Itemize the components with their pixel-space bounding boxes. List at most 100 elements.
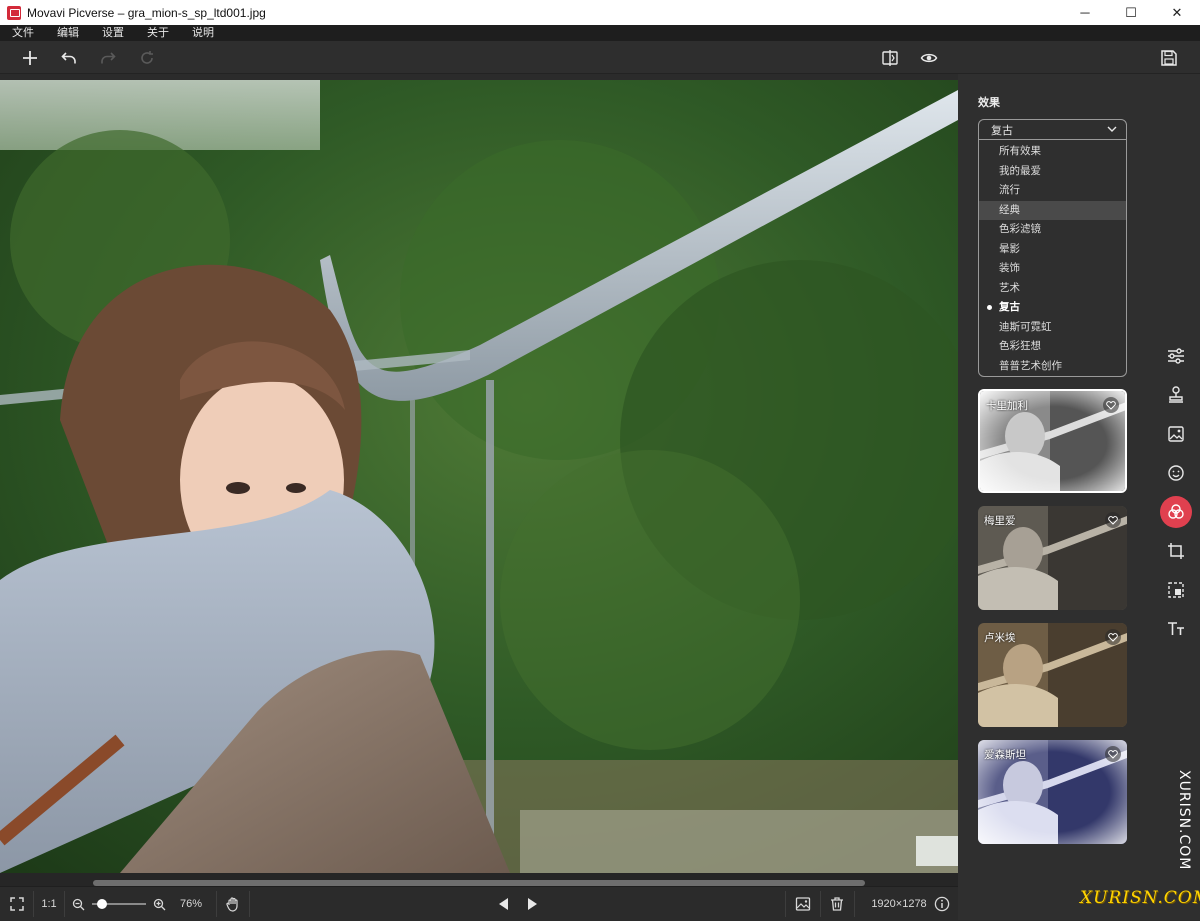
hand-icon: [226, 897, 238, 912]
zoom-slider[interactable]: [92, 887, 146, 921]
favorite-heart-icon[interactable]: [1105, 512, 1121, 528]
image-icon: [1168, 426, 1184, 442]
watermark-horizontal: XURISN.COM: [1080, 888, 1200, 908]
effect-thumbnail-eisenstein[interactable]: 爱森斯坦: [978, 740, 1127, 844]
selection-tool-button[interactable]: [1160, 574, 1192, 606]
crop-tool-button[interactable]: [1160, 535, 1192, 567]
photo-canvas[interactable]: [0, 80, 958, 873]
effect-thumbnail-caligari[interactable]: 卡里加利: [978, 389, 1127, 493]
dropdown-option[interactable]: 经典: [979, 200, 1126, 220]
adjust-tool-button[interactable]: [1160, 340, 1192, 372]
add-button[interactable]: [17, 45, 43, 71]
menu-settings[interactable]: 设置: [90, 25, 135, 41]
plus-icon: [23, 51, 37, 65]
info-button[interactable]: [933, 887, 951, 921]
zoom-in-button[interactable]: [151, 887, 167, 921]
previous-image-button[interactable]: [493, 887, 513, 921]
panel-title: 效果: [978, 97, 1000, 109]
dropdown-option-selected[interactable]: 复古: [979, 298, 1126, 318]
fullscreen-button[interactable]: [6, 887, 28, 921]
status-bar: 1:1 76% 1920×1278: [0, 886, 958, 920]
stamp-icon: [1169, 386, 1183, 403]
separator: [33, 891, 34, 917]
next-icon: [528, 898, 537, 910]
effect-label: 卢米埃: [984, 632, 1016, 644]
window-controls: ─ ☐ ✕: [1062, 0, 1200, 25]
redo-icon: [101, 52, 116, 64]
redo-button[interactable]: [95, 45, 121, 71]
effect-thumbnail-lumiere[interactable]: 卢米埃: [978, 623, 1127, 727]
split-compare-icon: [882, 50, 898, 66]
maximize-button[interactable]: ☐: [1108, 0, 1154, 25]
menu-about[interactable]: 关于: [135, 25, 180, 41]
effect-label: 卡里加利: [986, 400, 1028, 412]
compare-button[interactable]: [877, 45, 903, 71]
face-tool-button[interactable]: [1160, 457, 1192, 489]
gallery-button[interactable]: [792, 887, 814, 921]
save-icon: [1161, 50, 1177, 66]
info-icon: [934, 896, 950, 912]
separator: [785, 891, 786, 917]
toolbar: [0, 41, 1200, 74]
face-icon: [1168, 465, 1184, 481]
reset-button[interactable]: [134, 45, 160, 71]
favorite-heart-icon[interactable]: [1103, 397, 1119, 413]
dropdown-options: 所有效果 我的最爱 流行 经典 色彩滤镜 晕影 装饰 艺术 复古 迪斯可霓虹 色…: [979, 142, 1126, 376]
dropdown-option[interactable]: 迪斯可霓虹: [979, 318, 1126, 338]
hand-tool-button[interactable]: [223, 887, 243, 921]
prev-icon: [499, 898, 508, 910]
effects-panel: 效果 复古 所有效果 我的最爱 流行 经典 色彩滤镜 晕影 装饰 艺术 复古 迪…: [958, 74, 1200, 920]
close-button[interactable]: ✕: [1154, 0, 1200, 25]
menu-edit[interactable]: 编辑: [45, 25, 90, 41]
zoom-out-button[interactable]: [70, 887, 86, 921]
separator: [249, 891, 250, 917]
menu-bar: 文件 编辑 设置 关于 说明: [0, 25, 1200, 41]
text-tool-button[interactable]: [1160, 613, 1192, 645]
effect-label: 爱森斯坦: [984, 749, 1026, 761]
effect-thumbnail-melies[interactable]: 梅里爱: [978, 506, 1127, 610]
watermark-vertical: XURISN.COM: [1176, 770, 1192, 871]
dropdown-option[interactable]: 色彩滤镜: [979, 220, 1126, 240]
minimize-button[interactable]: ─: [1062, 0, 1108, 25]
background-tool-button[interactable]: [1160, 418, 1192, 450]
menu-file[interactable]: 文件: [0, 25, 45, 41]
dropdown-option[interactable]: 我的最爱: [979, 162, 1126, 182]
undo-button[interactable]: [56, 45, 82, 71]
separator: [64, 891, 65, 917]
image-dimensions: 1920×1278: [871, 898, 927, 910]
sliders-icon: [1168, 348, 1184, 364]
save-button[interactable]: [1156, 45, 1182, 71]
dropdown-option[interactable]: 普普艺术创作: [979, 357, 1126, 377]
menu-help[interactable]: 说明: [180, 25, 225, 41]
dropdown-option[interactable]: 色彩狂想: [979, 337, 1126, 357]
undo-icon: [61, 52, 76, 64]
effects-category-dropdown[interactable]: 复古 所有效果 我的最爱 流行 经典 色彩滤镜 晕影 装饰 艺术 复古 迪斯可霓…: [978, 119, 1127, 377]
trash-icon: [831, 897, 843, 911]
selection-icon: [1168, 582, 1184, 598]
gallery-icon: [795, 897, 811, 911]
zoom-in-icon: [153, 898, 165, 910]
dropdown-option[interactable]: 艺术: [979, 279, 1126, 299]
dropdown-option[interactable]: 流行: [979, 181, 1126, 201]
next-image-button[interactable]: [523, 887, 543, 921]
preview-button[interactable]: [916, 45, 942, 71]
effect-label: 梅里爱: [984, 515, 1016, 527]
reset-icon: [141, 51, 153, 64]
dropdown-selected[interactable]: 复古: [979, 120, 1126, 140]
retouch-tool-button[interactable]: [1160, 379, 1192, 411]
zoom-slider-knob[interactable]: [97, 899, 108, 909]
text-icon: [1168, 622, 1184, 635]
favorite-heart-icon[interactable]: [1105, 746, 1121, 762]
favorite-heart-icon[interactable]: [1105, 629, 1121, 645]
separator: [216, 891, 217, 917]
effects-tool-button[interactable]: [1160, 496, 1192, 528]
fullscreen-icon: [10, 897, 24, 911]
dropdown-option[interactable]: 晕影: [979, 240, 1126, 260]
delete-button[interactable]: [826, 887, 848, 921]
zoom-level: 76%: [179, 898, 203, 910]
actual-size-button[interactable]: 1:1: [37, 887, 61, 921]
separator: [820, 891, 821, 917]
dropdown-option[interactable]: 装饰: [979, 259, 1126, 279]
dropdown-option[interactable]: 所有效果: [979, 142, 1126, 162]
app-logo-icon: [7, 5, 21, 20]
